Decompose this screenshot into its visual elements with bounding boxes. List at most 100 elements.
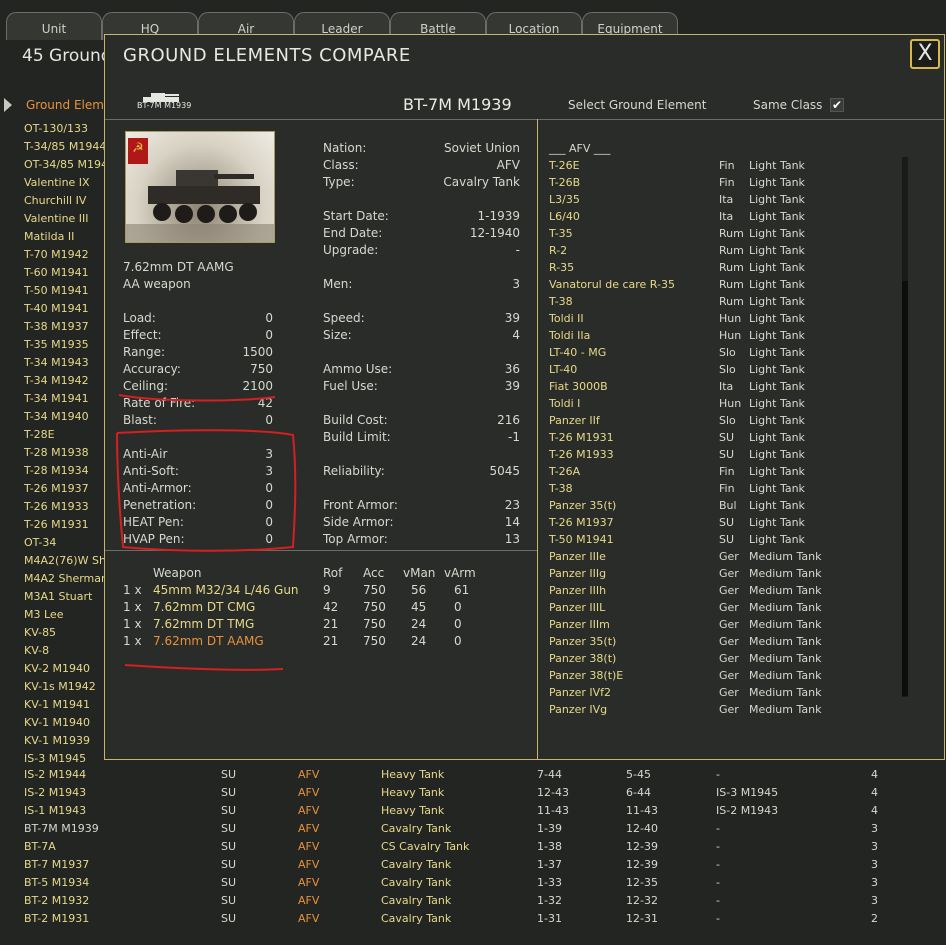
list-item[interactable]: T-35 M1935 bbox=[24, 336, 108, 354]
element-list-item[interactable]: Panzer 35(t) Bul Light Tank bbox=[549, 497, 829, 514]
list-item[interactable]: T-50 M1941 bbox=[24, 282, 108, 300]
stat-label: Anti-Air bbox=[123, 447, 168, 461]
table-row[interactable]: BT-2 M1932 SU AFV Cavalry Tank 1-32 12-32 - 3 bbox=[0, 892, 946, 910]
list-item[interactable]: T-60 M1941 bbox=[24, 264, 108, 282]
list-item[interactable]: KV-2 M1940 bbox=[24, 660, 108, 678]
element-list-item[interactable]: T-26 M1931 SU Light Tank bbox=[549, 429, 829, 446]
list-item[interactable]: T-38 M1937 bbox=[24, 318, 108, 336]
element-list-item[interactable]: Panzer IIIL Ger Medium Tank bbox=[549, 599, 829, 616]
list-item[interactable]: T-34 M1940 bbox=[24, 408, 108, 426]
list-item[interactable]: KV-1 M1939 bbox=[24, 732, 108, 750]
list-item[interactable]: T-34 M1941 bbox=[24, 390, 108, 408]
element-list-item[interactable]: T-35 Rum Light Tank bbox=[549, 225, 829, 242]
list-item[interactable]: Valentine IX bbox=[24, 174, 108, 192]
weapon-qty: 1 x bbox=[123, 583, 142, 597]
list-item[interactable]: Churchill IV bbox=[24, 192, 108, 210]
expand-arrow-icon[interactable] bbox=[4, 98, 12, 112]
same-class-checkbox[interactable]: ✔ bbox=[830, 98, 844, 112]
table-row[interactable]: BT-7 M1937 SU AFV Cavalry Tank 1-37 12-39 - 3 bbox=[0, 856, 946, 874]
weapon-varm: 0 bbox=[454, 600, 462, 614]
element-list-scrollbar[interactable] bbox=[902, 157, 908, 697]
element-list-item[interactable]: T-38 Fin Light Tank bbox=[549, 480, 829, 497]
list-item[interactable]: T-26 M1933 bbox=[24, 498, 108, 516]
list-item[interactable]: T-28 M1934 bbox=[24, 462, 108, 480]
list-item[interactable]: T-70 M1942 bbox=[24, 246, 108, 264]
element-list-item[interactable]: L3/35 Ita Light Tank bbox=[549, 191, 829, 208]
list-item[interactable]: M4A2 Sherman bbox=[24, 570, 108, 588]
weapon-name: 7.62mm DT TMG bbox=[153, 617, 255, 631]
table-row[interactable]: BT-7A SU AFV CS Cavalry Tank 1-38 12-39 - 3 bbox=[0, 838, 946, 856]
list-item[interactable]: KV-1 M1941 bbox=[24, 696, 108, 714]
weapon-row[interactable]: 1 x 7.62mm DT AAMG 21 750 24 0 bbox=[123, 633, 523, 650]
table-row[interactable]: BT-2 M1931 SU AFV Cavalry Tank 1-31 12-31 - 2 bbox=[0, 910, 946, 928]
list-item[interactable]: Matilda II bbox=[24, 228, 108, 246]
element-list-item[interactable]: Toldi IIa Hun Light Tank bbox=[549, 327, 829, 344]
element-list-item[interactable]: Panzer IVg Ger Medium Tank bbox=[549, 701, 829, 718]
table-row[interactable]: IS-2 M1943 SU AFV Heavy Tank 12-43 6-44 IS-3 M… bbox=[0, 784, 946, 802]
list-item[interactable]: OT-34/85 M1944 bbox=[24, 156, 108, 174]
element-nat: Slo bbox=[719, 346, 736, 359]
list-item[interactable]: Valentine III bbox=[24, 210, 108, 228]
element-list-item[interactable]: T-50 M1941 SU Light Tank bbox=[549, 531, 829, 548]
element-list-item[interactable]: Vanatorul de care R-35 Rum Light Tank bbox=[549, 276, 829, 293]
element-list-item[interactable]: LT-40 - MG Slo Light Tank bbox=[549, 344, 829, 361]
list-item[interactable]: KV-1 M1940 bbox=[24, 714, 108, 732]
list-item[interactable]: T-26 M1931 bbox=[24, 516, 108, 534]
list-item[interactable]: T-28E bbox=[24, 426, 108, 444]
list-item[interactable]: T-26 M1937 bbox=[24, 480, 108, 498]
element-name: T-26 M1931 bbox=[549, 431, 614, 444]
element-name: LT-40 - MG bbox=[549, 346, 607, 359]
list-item[interactable]: T-34 M1942 bbox=[24, 372, 108, 390]
element-list-item[interactable]: Panzer IIIh Ger Medium Tank bbox=[549, 582, 829, 599]
element-list-item[interactable]: Panzer 35(t) Ger Medium Tank bbox=[549, 633, 829, 650]
table-row[interactable]: IS-2 M1944 SU AFV Heavy Tank 7-44 5-45 - 4 bbox=[0, 766, 946, 784]
scrollbar-thumb[interactable] bbox=[902, 281, 908, 696]
element-list-item[interactable]: R-2 Rum Light Tank bbox=[549, 242, 829, 259]
table-row[interactable]: IS-1 M1943 SU AFV Heavy Tank 11-43 11-43 IS-2 … bbox=[0, 802, 946, 820]
element-list-item[interactable]: Panzer IIf Slo Light Tank bbox=[549, 412, 829, 429]
element-list-item[interactable]: Panzer 38(t) Ger Medium Tank bbox=[549, 650, 829, 667]
weapon-row[interactable]: 1 x 7.62mm DT TMG 21 750 24 0 bbox=[123, 616, 523, 633]
list-item[interactable]: KV-8 bbox=[24, 642, 108, 660]
list-item[interactable]: KV-1s M1942 bbox=[24, 678, 108, 696]
element-list-item[interactable]: L6/40 Ita Light Tank bbox=[549, 208, 829, 225]
weapon-row[interactable]: 1 x 7.62mm DT CMG 42 750 45 0 bbox=[123, 599, 523, 616]
element-list-item[interactable]: Panzer IVf2 Ger Medium Tank bbox=[549, 684, 829, 701]
cell-n: 4 bbox=[871, 804, 878, 817]
table-row[interactable]: BT-5 M1934 SU AFV Cavalry Tank 1-33 12-35 - 3 bbox=[0, 874, 946, 892]
list-item[interactable]: M4A2(76)W Sherman bbox=[24, 552, 108, 570]
cell-start: 1-31 bbox=[537, 912, 562, 925]
element-type: Light Tank bbox=[749, 397, 805, 410]
list-item[interactable]: T-40 M1941 bbox=[24, 300, 108, 318]
list-item[interactable]: OT-130/133 bbox=[24, 120, 108, 138]
list-item[interactable]: T-28 M1938 bbox=[24, 444, 108, 462]
list-item[interactable]: OT-34 bbox=[24, 534, 108, 552]
element-list-item[interactable]: T-26B Fin Light Tank bbox=[549, 174, 829, 191]
list-item[interactable]: M3A1 Stuart bbox=[24, 588, 108, 606]
close-button[interactable]: X bbox=[910, 39, 940, 69]
element-list-item[interactable]: Toldi I Hun Light Tank bbox=[549, 395, 829, 412]
list-item[interactable]: T-34/85 M1944 bbox=[24, 138, 108, 156]
element-list-item[interactable]: Panzer IIIg Ger Medium Tank bbox=[549, 565, 829, 582]
list-item[interactable]: KV-85 bbox=[24, 624, 108, 642]
tab-unit[interactable]: Unit bbox=[6, 12, 102, 40]
table-row[interactable]: BT-7M M1939 SU AFV Cavalry Tank 1-39 12-40 - 3 bbox=[0, 820, 946, 838]
element-list-item[interactable]: T-26 M1933 SU Light Tank bbox=[549, 446, 829, 463]
element-list-item[interactable]: T-26 M1937 SU Light Tank bbox=[549, 514, 829, 531]
element-list-item[interactable]: Panzer IIIm Ger Medium Tank bbox=[549, 616, 829, 633]
element-list-item[interactable]: Panzer IIIe Ger Medium Tank bbox=[549, 548, 829, 565]
cell-type: Heavy Tank bbox=[381, 804, 445, 817]
element-list-item[interactable]: R-35 Rum Light Tank bbox=[549, 259, 829, 276]
element-list-item[interactable]: T-38 Rum Light Tank bbox=[549, 293, 829, 310]
element-list-item[interactable]: Toldi II Hun Light Tank bbox=[549, 310, 829, 327]
list-item[interactable]: M3 Lee bbox=[24, 606, 108, 624]
element-list-item[interactable]: T-26A Fin Light Tank bbox=[549, 463, 829, 480]
element-list-item[interactable]: T-26E Fin Light Tank bbox=[549, 157, 829, 174]
list-item[interactable]: T-34 M1943 bbox=[24, 354, 108, 372]
element-nat: Ger bbox=[719, 601, 739, 614]
selected-group-label[interactable]: Ground Eleme bbox=[26, 98, 111, 112]
element-list-item[interactable]: LT-40 Slo Light Tank bbox=[549, 361, 829, 378]
element-list-item[interactable]: Panzer 38(t)E Ger Medium Tank bbox=[549, 667, 829, 684]
weapon-row[interactable]: 1 x 45mm M32/34 L/46 Gun 9 750 56 61 bbox=[123, 582, 523, 599]
element-list-item[interactable]: Fiat 3000B Ita Light Tank bbox=[549, 378, 829, 395]
